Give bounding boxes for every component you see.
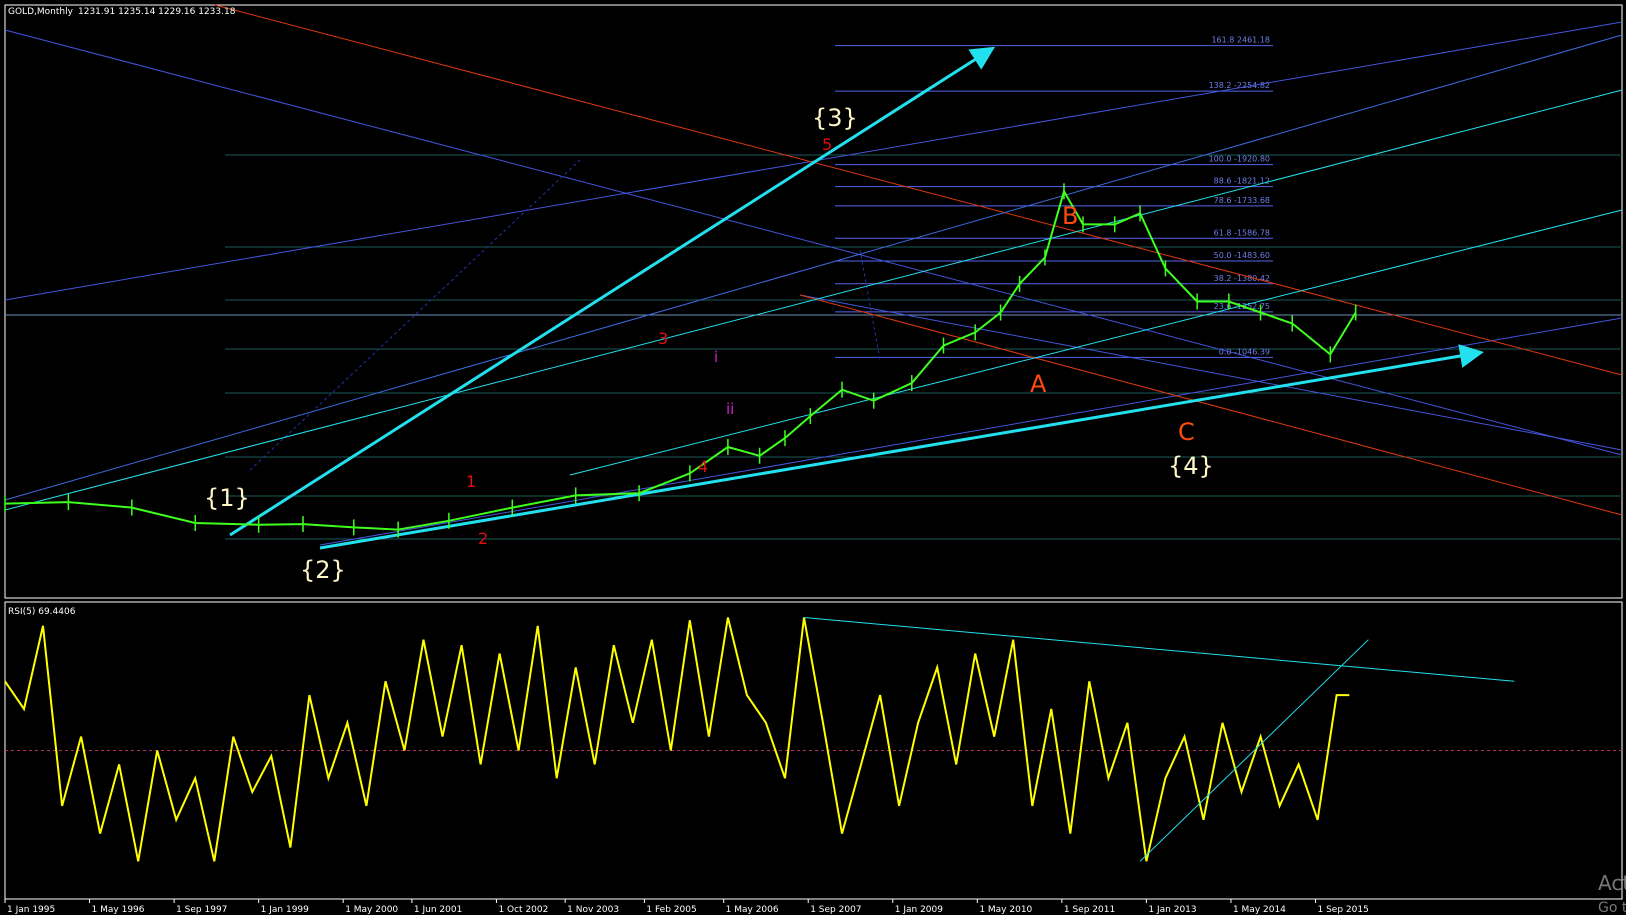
wave-label-2: {2}: [300, 556, 346, 584]
wave-label-b: B: [1062, 202, 1078, 230]
activation-watermark-line1: Act: [1598, 871, 1626, 895]
wave-sublabel-4: 4: [698, 457, 708, 476]
x-tick-label: 1 May 2010: [979, 905, 1032, 915]
chart-svg: 161.8 2461.18 138.2 -2254.82 100.0 -1920.8…: [4, 4, 1626, 915]
chart-ohlc: 1231.91 1235.14 1229.16 1233.18: [78, 7, 236, 17]
x-tick-label: 1 Jan 2009: [895, 905, 943, 915]
x-tick-label: 1 May 2000: [345, 905, 398, 915]
wave-label-a: A: [1030, 370, 1047, 398]
wave-label-c: C: [1178, 418, 1195, 446]
x-tick-label: 1 Sep 2011: [1064, 905, 1115, 915]
wave-sublabel-5: 5: [822, 135, 832, 154]
wave-label-4: {4}: [1168, 452, 1214, 480]
wave-sublabel-1: 1: [466, 472, 476, 491]
chart-symbol: GOLD,Monthly: [8, 7, 74, 17]
x-tick-label: 1 Jan 2013: [1148, 905, 1196, 915]
fib-level-label-4: 78.6 -1733.68: [1214, 196, 1270, 205]
rsi-title: RSI(5) 69.4406: [8, 607, 76, 617]
wave-sublabel-3: 3: [658, 329, 668, 348]
x-tick-label: 1 Sep 2007: [810, 905, 861, 915]
x-tick-label: 1 May 1996: [92, 905, 145, 915]
fib-level-label-2: 100.0 -1920.80: [1209, 155, 1270, 164]
fib-level-label-3: 88.6 -1821.12: [1214, 177, 1270, 186]
fib-level-label-5: 61.8 -1586.78: [1214, 228, 1270, 237]
wave-minor-i: i: [714, 348, 718, 366]
wave-minor-ii: ii: [726, 400, 734, 418]
x-tick-label: 1 May 2006: [726, 905, 779, 915]
fib-level-label-1: 138.2 -2254.82: [1209, 81, 1270, 90]
x-tick-label: 1 Jun 2001: [414, 905, 462, 915]
fib-level-label-0: 161.8 2461.18: [1211, 36, 1270, 45]
wave-sublabel-2: 2: [478, 529, 488, 548]
x-tick-label: 1 Jan 1995: [7, 905, 55, 915]
x-tick-label: 1 Nov 2003: [567, 905, 619, 915]
tick-layer: 1 Jan 1995 1 May 1996 1 Sep 1997 1 Jan 1999…: [4, 899, 1369, 915]
fib-level-label-9: 0.0 -1046.39: [1219, 347, 1270, 356]
x-tick-label: 1 Feb 2005: [646, 905, 696, 915]
wave-label-1: {1}: [204, 484, 250, 512]
activation-watermark-line2: Go t: [1598, 900, 1626, 915]
fib-level-label-6: 50.0 -1483.60: [1214, 251, 1270, 260]
x-tick-label: 1 Jan 1999: [261, 905, 309, 915]
x-tick-label: 1 Sep 1997: [176, 905, 227, 915]
wave-label-3: {3}: [812, 104, 858, 132]
x-tick-label: 1 Sep 2015: [1318, 905, 1369, 915]
x-tick-label: 1 Oct 2002: [498, 905, 548, 915]
x-tick-label: 1 May 2014: [1233, 905, 1286, 915]
